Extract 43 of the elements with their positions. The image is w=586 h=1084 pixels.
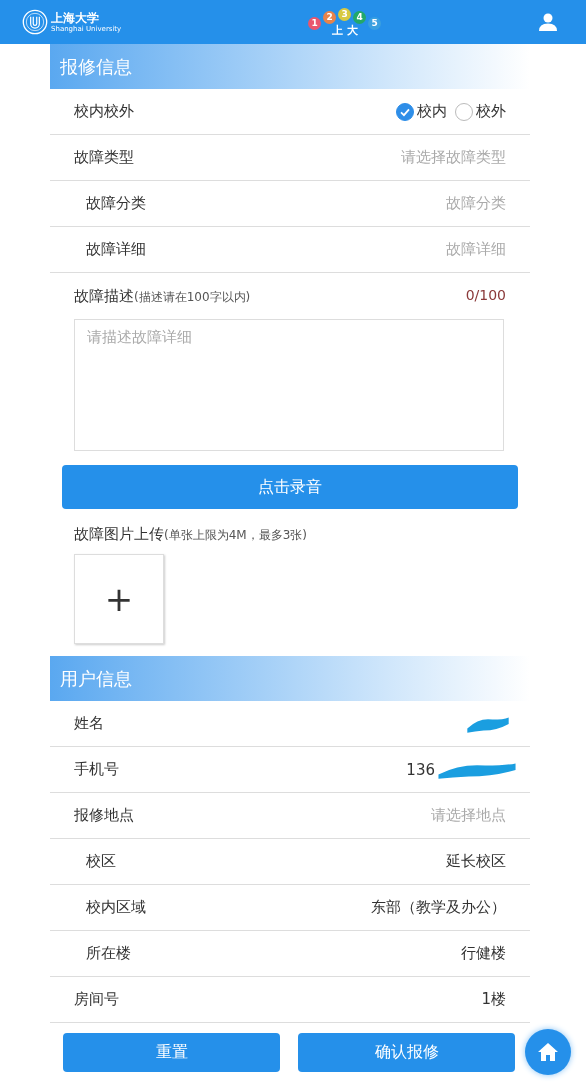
select-field[interactable]: 请选择故障类型: [401, 148, 506, 167]
home-button[interactable]: [525, 1029, 571, 1075]
user-icon[interactable]: [538, 12, 558, 32]
field-value: 延长校区: [446, 852, 506, 871]
field-label: 所在楼: [86, 944, 131, 963]
number-bubble: 4: [353, 10, 367, 24]
field-value: 136: [406, 760, 435, 779]
add-image-button[interactable]: +: [74, 554, 164, 644]
field-label: 手机号: [74, 760, 119, 779]
number-bubble: 5: [368, 16, 382, 30]
field-label: 故障类型: [74, 148, 134, 167]
number-bubble: 1: [308, 16, 322, 30]
field-value: 1楼: [481, 990, 506, 1009]
field-label: 报修地点: [74, 806, 134, 825]
university-name: 上海大学: [51, 11, 100, 25]
radio-option[interactable]: 校外: [455, 102, 506, 121]
select-field[interactable]: 故障详细: [446, 240, 506, 259]
submit-button[interactable]: 确认报修: [298, 1033, 515, 1072]
record-button[interactable]: 点击录音: [62, 465, 518, 509]
field-value: 行健楼: [461, 944, 506, 963]
number-bubble: 2: [323, 10, 337, 24]
field-label: 故障图片上传(单张上限为4M，最多3张): [74, 525, 308, 544]
field-value: 东部（教学及办公）: [371, 898, 506, 917]
field-label: 故障分类: [86, 194, 146, 213]
select-field[interactable]: 请选择地点: [431, 806, 506, 825]
university-emblem-icon: [22, 9, 48, 35]
character-counter: 0/100: [465, 287, 506, 303]
badge-caption: 上 大: [331, 24, 358, 37]
description-input[interactable]: 请描述故障详细: [74, 319, 504, 451]
field-label: 房间号: [74, 990, 119, 1009]
number-bubble: 3: [338, 7, 352, 21]
radio-option[interactable]: 校内: [396, 102, 447, 121]
reset-button[interactable]: 重置: [63, 1033, 280, 1072]
field-label: 校内区域: [86, 898, 146, 917]
field-label: 故障详细: [86, 240, 146, 259]
field-label: 校内校外: [74, 102, 134, 121]
field-label: 故障描述(描述请在100字以内): [74, 287, 251, 303]
field-label: 校区: [86, 852, 116, 871]
section-title: 用户信息: [60, 666, 132, 691]
select-field[interactable]: 故障分类: [446, 194, 506, 213]
field-label: 姓名: [74, 714, 104, 733]
home-icon: [536, 1040, 560, 1064]
section-title: 报修信息: [60, 54, 132, 79]
